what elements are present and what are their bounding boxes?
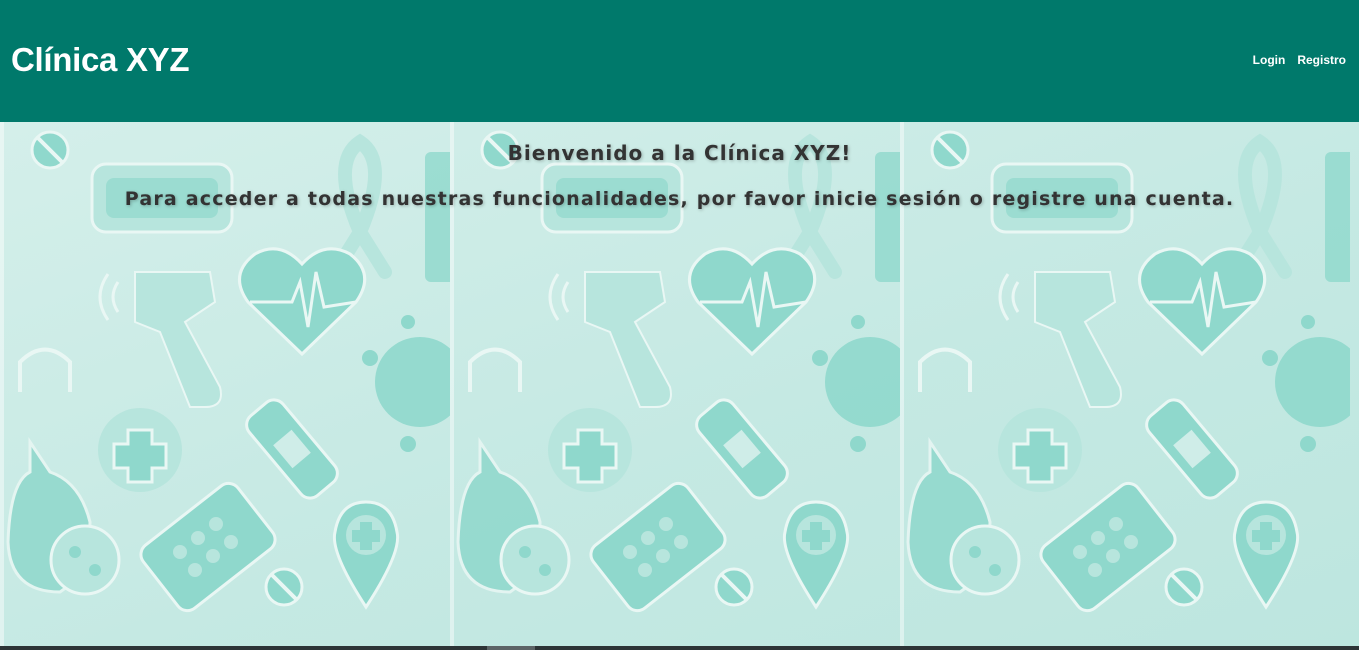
bottle-icon — [425, 152, 450, 282]
hero-section: Bienvenido a la Clínica XYZ! Para accede… — [0, 122, 1359, 646]
nav-links: Login Registro — [1253, 53, 1346, 67]
thermometer-gun-icon — [98, 271, 222, 408]
bandage-icon — [245, 398, 339, 500]
welcome-heading: Bienvenido a la Clínica XYZ! — [507, 141, 852, 165]
thermometer-gun-icon — [998, 271, 1122, 408]
pill-icon — [264, 567, 304, 607]
scrollbar-thumb[interactable] — [487, 646, 535, 650]
location-pin-cross-icon — [782, 500, 850, 610]
brand-logo[interactable]: Clínica XYZ — [11, 41, 190, 79]
bandage-icon — [695, 398, 789, 500]
location-pin-cross-icon — [1232, 500, 1300, 610]
location-pin-cross-icon — [332, 500, 400, 610]
bottle-icon — [875, 152, 900, 282]
medical-cross-icon — [98, 408, 182, 492]
arch-icon — [468, 347, 522, 392]
arch-icon — [18, 347, 72, 392]
pill-blister-icon — [139, 481, 277, 613]
navbar: Clínica XYZ Login Registro — [0, 0, 1359, 122]
bandage-icon — [1145, 398, 1239, 500]
heartbeat-heart-icon — [1138, 247, 1267, 357]
pill-blister-icon — [1039, 481, 1177, 613]
virus-icon — [812, 315, 900, 452]
login-link[interactable]: Login — [1253, 53, 1286, 67]
pill-icon — [1164, 567, 1204, 607]
medical-cross-icon — [548, 408, 632, 492]
pill-icon — [714, 567, 754, 607]
welcome-message: Para acceder a todas nuestras funcionali… — [124, 188, 1235, 210]
arch-icon — [918, 347, 972, 392]
page: Clínica XYZ Login Registro Bienvenido a … — [0, 0, 1359, 650]
horizontal-scrollbar[interactable] — [0, 646, 1359, 650]
virus-icon — [1262, 315, 1350, 452]
thermometer-gun-icon — [548, 271, 672, 408]
heartbeat-heart-icon — [238, 247, 367, 357]
medical-cross-icon — [998, 408, 1082, 492]
heartbeat-heart-icon — [688, 247, 817, 357]
pill-blister-icon — [589, 481, 727, 613]
virus-icon — [362, 315, 450, 452]
register-link[interactable]: Registro — [1297, 53, 1346, 67]
bottle-icon — [1325, 152, 1350, 282]
